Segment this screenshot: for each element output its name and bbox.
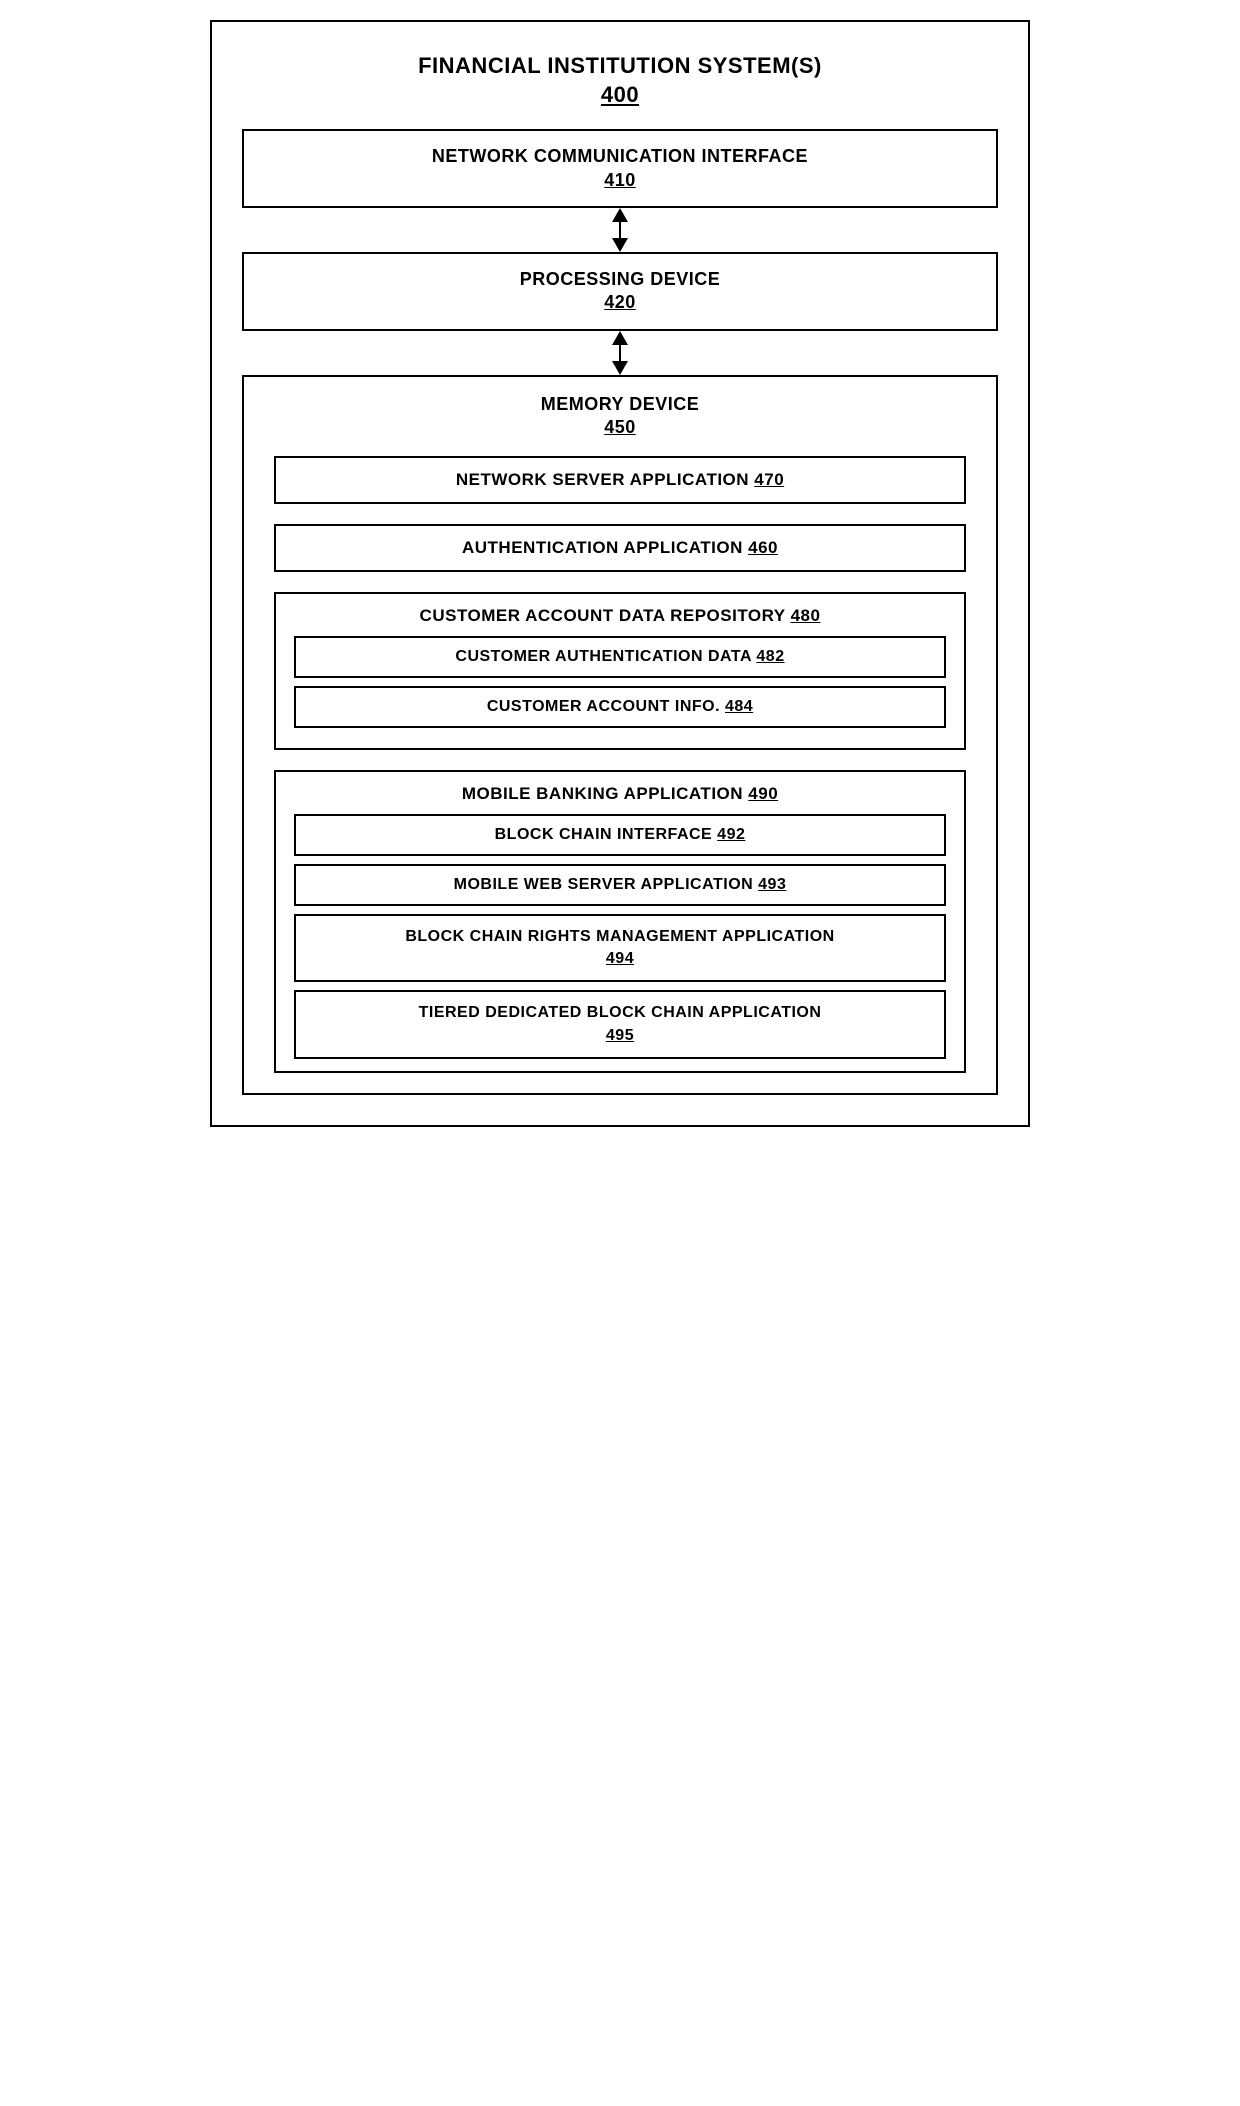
- network-server-box: NETWORK SERVER APPLICATION 470: [274, 456, 966, 504]
- network-comm-box: NETWORK COMMUNICATION INTERFACE 410: [242, 129, 998, 208]
- memory-ref: 450: [264, 416, 976, 439]
- arrow-top-tip-2: [612, 331, 628, 345]
- repo-title-block: CUSTOMER ACCOUNT DATA REPOSITORY 480: [286, 606, 954, 626]
- blockchain-rights-label: BLOCK CHAIN RIGHTS MANAGEMENT APPLICATIO…: [310, 926, 930, 971]
- blockchain-interface-label: BLOCK CHAIN INTERFACE 492: [310, 826, 930, 844]
- customer-auth-data-box: CUSTOMER AUTHENTICATION DATA 482: [294, 636, 946, 678]
- arrow-network-processing: [242, 208, 998, 252]
- blockchain-interface-box: BLOCK CHAIN INTERFACE 492: [294, 814, 946, 856]
- customer-auth-data-label: CUSTOMER AUTHENTICATION DATA 482: [310, 648, 930, 666]
- customer-repo-box: CUSTOMER ACCOUNT DATA REPOSITORY 480 CUS…: [274, 592, 966, 750]
- outer-system-box: FINANCIAL INSTITUTION SYSTEM(S) 400 NETW…: [210, 20, 1030, 1127]
- memory-title-block: MEMORY DEVICE 450: [264, 393, 976, 440]
- customer-account-info-box: CUSTOMER ACCOUNT INFO. 484: [294, 686, 946, 728]
- memory-label: MEMORY DEVICE: [264, 393, 976, 416]
- repo-label: CUSTOMER ACCOUNT DATA REPOSITORY 480: [286, 606, 954, 626]
- network-comm-label: NETWORK COMMUNICATION INTERFACE 410: [264, 145, 976, 192]
- system-ref: 400: [242, 81, 998, 110]
- diagram-container: FINANCIAL INSTITUTION SYSTEM(S) 400 NETW…: [210, 20, 1030, 1127]
- tiered-blockchain-box: TIERED DEDICATED BLOCK CHAIN APPLICATION…: [294, 990, 946, 1059]
- processing-device-box: PROCESSING DEVICE 420: [242, 252, 998, 331]
- mobile-banking-box: MOBILE BANKING APPLICATION 490 BLOCK CHA…: [274, 770, 966, 1074]
- system-title: FINANCIAL INSTITUTION SYSTEM(S): [242, 52, 998, 81]
- blockchain-rights-box: BLOCK CHAIN RIGHTS MANAGEMENT APPLICATIO…: [294, 914, 946, 983]
- arrow-top-tip: [612, 208, 628, 222]
- tiered-blockchain-label: TIERED DEDICATED BLOCK CHAIN APPLICATION…: [310, 1002, 930, 1047]
- mobile-label: MOBILE BANKING APPLICATION 490: [286, 784, 954, 804]
- arrow-processing-memory: [242, 331, 998, 375]
- mobile-web-server-box: MOBILE WEB SERVER APPLICATION 493: [294, 864, 946, 906]
- mobile-web-server-label: MOBILE WEB SERVER APPLICATION 493: [310, 876, 930, 894]
- customer-account-info-label: CUSTOMER ACCOUNT INFO. 484: [310, 698, 930, 716]
- network-server-label: NETWORK SERVER APPLICATION 470: [292, 470, 948, 490]
- system-title-block: FINANCIAL INSTITUTION SYSTEM(S) 400: [242, 42, 998, 109]
- mobile-title-block: MOBILE BANKING APPLICATION 490: [286, 784, 954, 804]
- authentication-label: AUTHENTICATION APPLICATION 460: [292, 538, 948, 558]
- authentication-box: AUTHENTICATION APPLICATION 460: [274, 524, 966, 572]
- memory-device-box: MEMORY DEVICE 450 NETWORK SERVER APPLICA…: [242, 375, 998, 1095]
- processing-label: PROCESSING DEVICE 420: [264, 268, 976, 315]
